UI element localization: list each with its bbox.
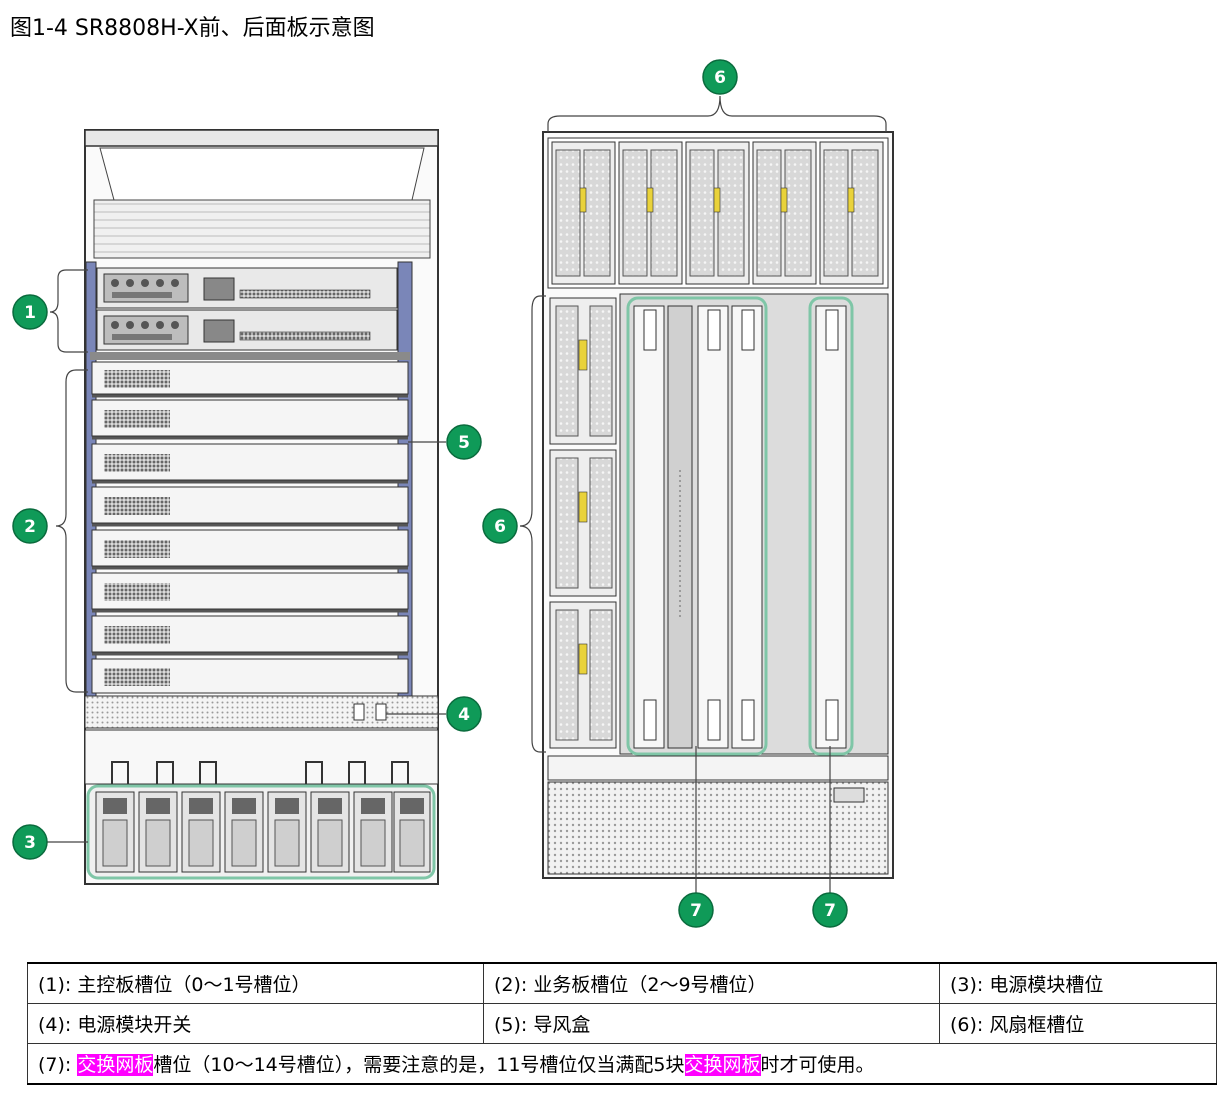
brace-1 — [49, 269, 88, 353]
fan-tray — [549, 297, 617, 445]
front-divider — [90, 352, 410, 360]
psu-module — [181, 791, 221, 873]
legend-text: 电源模块开关 — [77, 1014, 192, 1036]
fan-tray — [551, 141, 616, 285]
front-top-hood — [84, 129, 439, 147]
legend-text: 导风盒 — [533, 1014, 591, 1036]
callout-6-top-label: 6 — [714, 68, 726, 88]
legend-row: (1): 主控板槽位（0～1号槽位） (2): 业务板槽位（2～9号槽位） (3… — [27, 962, 1217, 1004]
fan-tray — [549, 449, 617, 597]
callout-2-label: 2 — [24, 517, 36, 537]
brace-2 — [55, 369, 88, 693]
sfu-board — [815, 305, 847, 749]
legend-text: 槽位（10～14号槽位），需要注意的是，11号槽位仅当满配5块 — [153, 1054, 685, 1076]
callout-6-side: 6 — [482, 508, 518, 544]
callout-6-side-label: 6 — [494, 517, 506, 537]
callout-7-right-label: 7 — [824, 901, 836, 921]
power-switch — [375, 703, 387, 721]
legend-table: (1): 主控板槽位（0～1号槽位） (2): 业务板槽位（2～9号槽位） (3… — [27, 962, 1217, 1085]
fan-tray — [618, 141, 683, 285]
psu-modules — [95, 791, 431, 873]
fan-tray — [685, 141, 750, 285]
legend-cell-1: (1): 主控板槽位（0～1号槽位） — [27, 962, 484, 1004]
rear-chassis — [542, 131, 894, 879]
power-switch — [353, 703, 365, 721]
callout-5-label: 5 — [458, 433, 470, 453]
psu-module — [95, 791, 135, 873]
callout-3: 3 — [12, 824, 48, 860]
sfu-board — [731, 305, 763, 749]
callout-7-left-label: 7 — [690, 901, 702, 921]
lpu-slot — [91, 572, 409, 613]
callout-2: 2 — [12, 508, 48, 544]
legend-num: (6): — [950, 1014, 984, 1036]
legend-num: (1): — [38, 974, 72, 996]
lpu-slot — [91, 615, 409, 656]
mpu-slot-1 — [96, 309, 398, 351]
legend-num: (2): — [494, 974, 528, 996]
callout-1: 1 — [12, 294, 48, 330]
fan-tray — [549, 601, 617, 749]
legend-text: 主控板槽位（0～1号槽位） — [77, 974, 311, 996]
legend-cell-2: (2): 业务板槽位（2～9号槽位） — [483, 962, 940, 1004]
legend-cell-3: (3): 电源模块槽位 — [939, 962, 1217, 1004]
sfu-board — [697, 305, 729, 749]
lpu-slot — [91, 486, 409, 527]
psu-handle-area — [84, 729, 439, 785]
brace-6-top — [547, 95, 887, 132]
lpu-slot — [91, 443, 409, 484]
legend-highlight: 交换网板 — [684, 1054, 761, 1076]
chassis-diagram: 1 2 3 4 5 6 6 7 7 — [12, 59, 894, 928]
rear-ground-terminal — [833, 787, 865, 803]
callout-4: 4 — [446, 696, 482, 732]
front-hood-vent — [99, 147, 425, 201]
front-hood-louvre — [93, 199, 431, 259]
lpu-slot — [91, 399, 409, 440]
mpu-slot-0 — [96, 267, 398, 309]
front-chassis — [84, 129, 439, 885]
legend-text: 风扇框槽位 — [989, 1014, 1085, 1036]
callout-1-label: 1 — [24, 303, 36, 323]
sfu-board — [667, 305, 693, 749]
lpu-slot — [91, 529, 409, 570]
legend-row: (7): 交换网板槽位（10～14号槽位），需要注意的是，11号槽位仅当满配5块… — [27, 1043, 1217, 1085]
legend-num: (4): — [38, 1014, 72, 1036]
fan-tray — [752, 141, 817, 285]
lpu-slot — [91, 361, 409, 398]
psu-module — [267, 791, 307, 873]
side-fan-trays — [549, 297, 617, 749]
legend-row: (4): 电源模块开关 (5): 导风盒 (6): 风扇框槽位 — [27, 1003, 1217, 1044]
callout-6-top: 6 — [702, 59, 738, 95]
legend-cell-6: (6): 风扇框槽位 — [939, 1003, 1217, 1044]
legend-cell-4: (4): 电源模块开关 — [27, 1003, 484, 1044]
legend-num: (3): — [950, 974, 984, 996]
fan-tray — [819, 141, 884, 285]
callout-3-label: 3 — [24, 833, 36, 853]
sfu-board — [633, 305, 665, 749]
legend-text: 业务板槽位（2～9号槽位） — [533, 974, 767, 996]
callout-5: 5 — [446, 424, 482, 460]
legend-cell-5: (5): 导风盒 — [483, 1003, 940, 1044]
callout-4-label: 4 — [458, 705, 470, 725]
psu-module — [393, 791, 431, 873]
psu-module — [224, 791, 264, 873]
psu-module — [353, 791, 393, 873]
top-fan-trays — [551, 141, 884, 285]
lpu-slot — [91, 658, 409, 694]
psu-module — [310, 791, 350, 873]
legend-highlight: 交换网板 — [77, 1054, 154, 1076]
callout-7-left: 7 — [678, 892, 714, 928]
legend-text: 时才可使用。 — [760, 1054, 875, 1076]
legend-cell-7: (7): 交换网板槽位（10～14号槽位），需要注意的是，11号槽位仅当满配5块… — [27, 1043, 1217, 1085]
psu-module — [138, 791, 178, 873]
legend-num: (7): — [38, 1054, 72, 1076]
callout-7-right: 7 — [812, 892, 848, 928]
legend-text: 电源模块槽位 — [989, 974, 1104, 996]
legend-num: (5): — [494, 1014, 528, 1036]
rear-bottom-strip — [547, 755, 889, 781]
